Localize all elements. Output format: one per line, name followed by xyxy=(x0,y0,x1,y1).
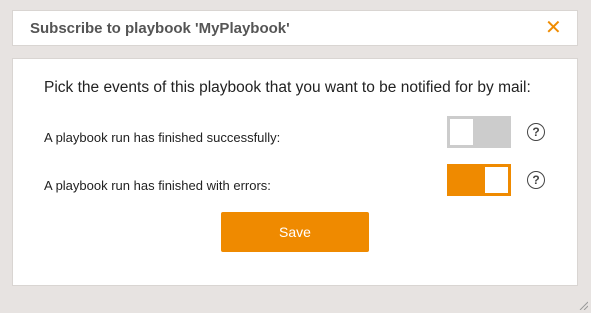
toggle-knob xyxy=(485,167,508,193)
errors-toggle[interactable] xyxy=(447,164,511,196)
subscribe-dialog: Subscribe to playbook 'MyPlaybook' ✕ Pic… xyxy=(0,0,591,313)
resize-grip-icon[interactable] xyxy=(578,300,588,310)
prompt-text: Pick the events of this playbook that yo… xyxy=(44,79,531,96)
event-label-success: A playbook run has finished successfully… xyxy=(44,130,281,145)
close-icon[interactable]: ✕ xyxy=(545,17,562,39)
help-circle-icon[interactable]: ? xyxy=(527,171,545,189)
event-label-errors: A playbook run has finished with errors: xyxy=(44,178,271,193)
success-toggle[interactable] xyxy=(447,116,511,148)
dialog-body: Pick the events of this playbook that yo… xyxy=(12,58,578,286)
dialog-title: Subscribe to playbook 'MyPlaybook' xyxy=(30,20,290,37)
toggle-knob xyxy=(450,119,473,145)
save-button[interactable]: Save xyxy=(221,212,369,252)
dialog-header: Subscribe to playbook 'MyPlaybook' ✕ xyxy=(12,10,578,46)
help-circle-icon[interactable]: ? xyxy=(527,123,545,141)
